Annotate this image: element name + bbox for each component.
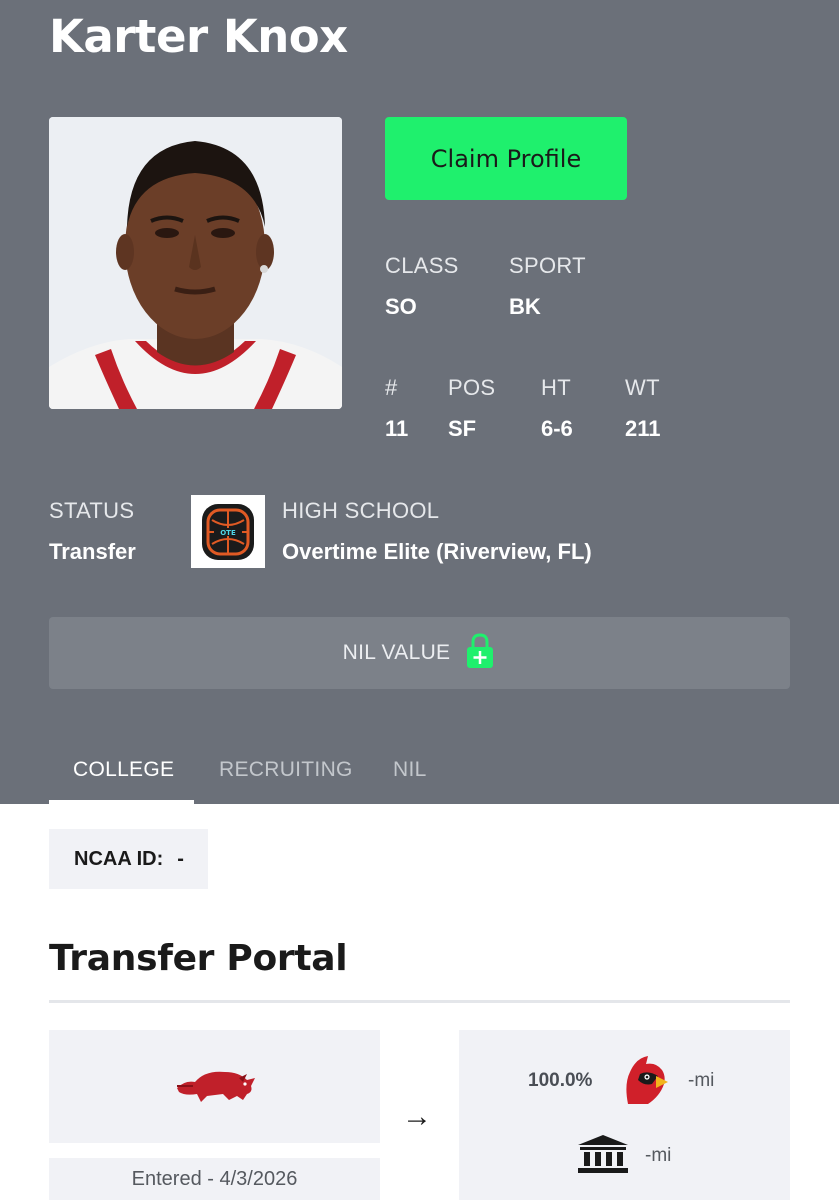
player-name: Karter Knox [49, 10, 348, 63]
position-label: POS [448, 375, 496, 400]
transfer-arrow-icon: → [402, 1100, 432, 1133]
ote-logo-graphic: OTE [202, 503, 254, 560]
player-photo-illustration [49, 117, 342, 409]
destination-distance: -mi [688, 1070, 715, 1091]
ote-logo-icon[interactable]: OTE [191, 495, 265, 568]
status-value: Transfer [49, 539, 136, 564]
number-label: # [385, 375, 398, 400]
player-photo [49, 117, 342, 409]
sport-value: BK [509, 294, 541, 319]
nil-value-label: NIL VALUE [342, 641, 451, 664]
ncaa-id-value: - [177, 847, 184, 870]
weight-label: WT [625, 375, 660, 400]
position-value: SF [448, 416, 477, 441]
profile-header: Karter Knox Claim Profile CLASS SO SPORT… [0, 0, 839, 804]
height-value: 6-6 [541, 416, 573, 441]
weight-value: 211 [625, 416, 661, 441]
tab-nil[interactable]: NIL [393, 758, 427, 782]
razorback-logo-icon [173, 1062, 257, 1111]
transfer-portal-title: Transfer Portal [49, 938, 348, 979]
tab-college[interactable]: COLLEGE [73, 758, 174, 782]
svg-text:OTE: OTE [220, 529, 236, 537]
number-value: 11 [385, 416, 409, 441]
high-school-label: HIGH SCHOOL [282, 498, 440, 523]
active-tab-indicator [49, 800, 194, 804]
height-label: HT [541, 375, 571, 400]
sport-label: SPORT [509, 253, 586, 278]
class-value: SO [385, 294, 417, 319]
claim-profile-button[interactable]: Claim Profile [385, 117, 627, 200]
nil-value-bar[interactable]: NIL VALUE [49, 617, 790, 689]
tab-recruiting[interactable]: RECRUITING [219, 758, 353, 782]
section-divider [49, 1000, 790, 1003]
ncaa-id-box: NCAA ID: - [49, 829, 208, 889]
ncaa-id-label: NCAA ID: [74, 847, 164, 870]
institution-distance: -mi [645, 1145, 672, 1166]
lock-plus-icon [464, 632, 496, 675]
destination-percent: 100.0% [528, 1070, 593, 1091]
institution-icon [576, 1133, 630, 1180]
from-school-card[interactable] [49, 1030, 380, 1143]
cardinal-logo-icon[interactable] [622, 1054, 668, 1111]
status-label: STATUS [49, 498, 135, 523]
class-label: CLASS [385, 253, 459, 278]
high-school-value[interactable]: Overtime Elite (Riverview, FL) [282, 539, 592, 565]
entered-date: Entered - 4/3/2026 [49, 1158, 380, 1200]
